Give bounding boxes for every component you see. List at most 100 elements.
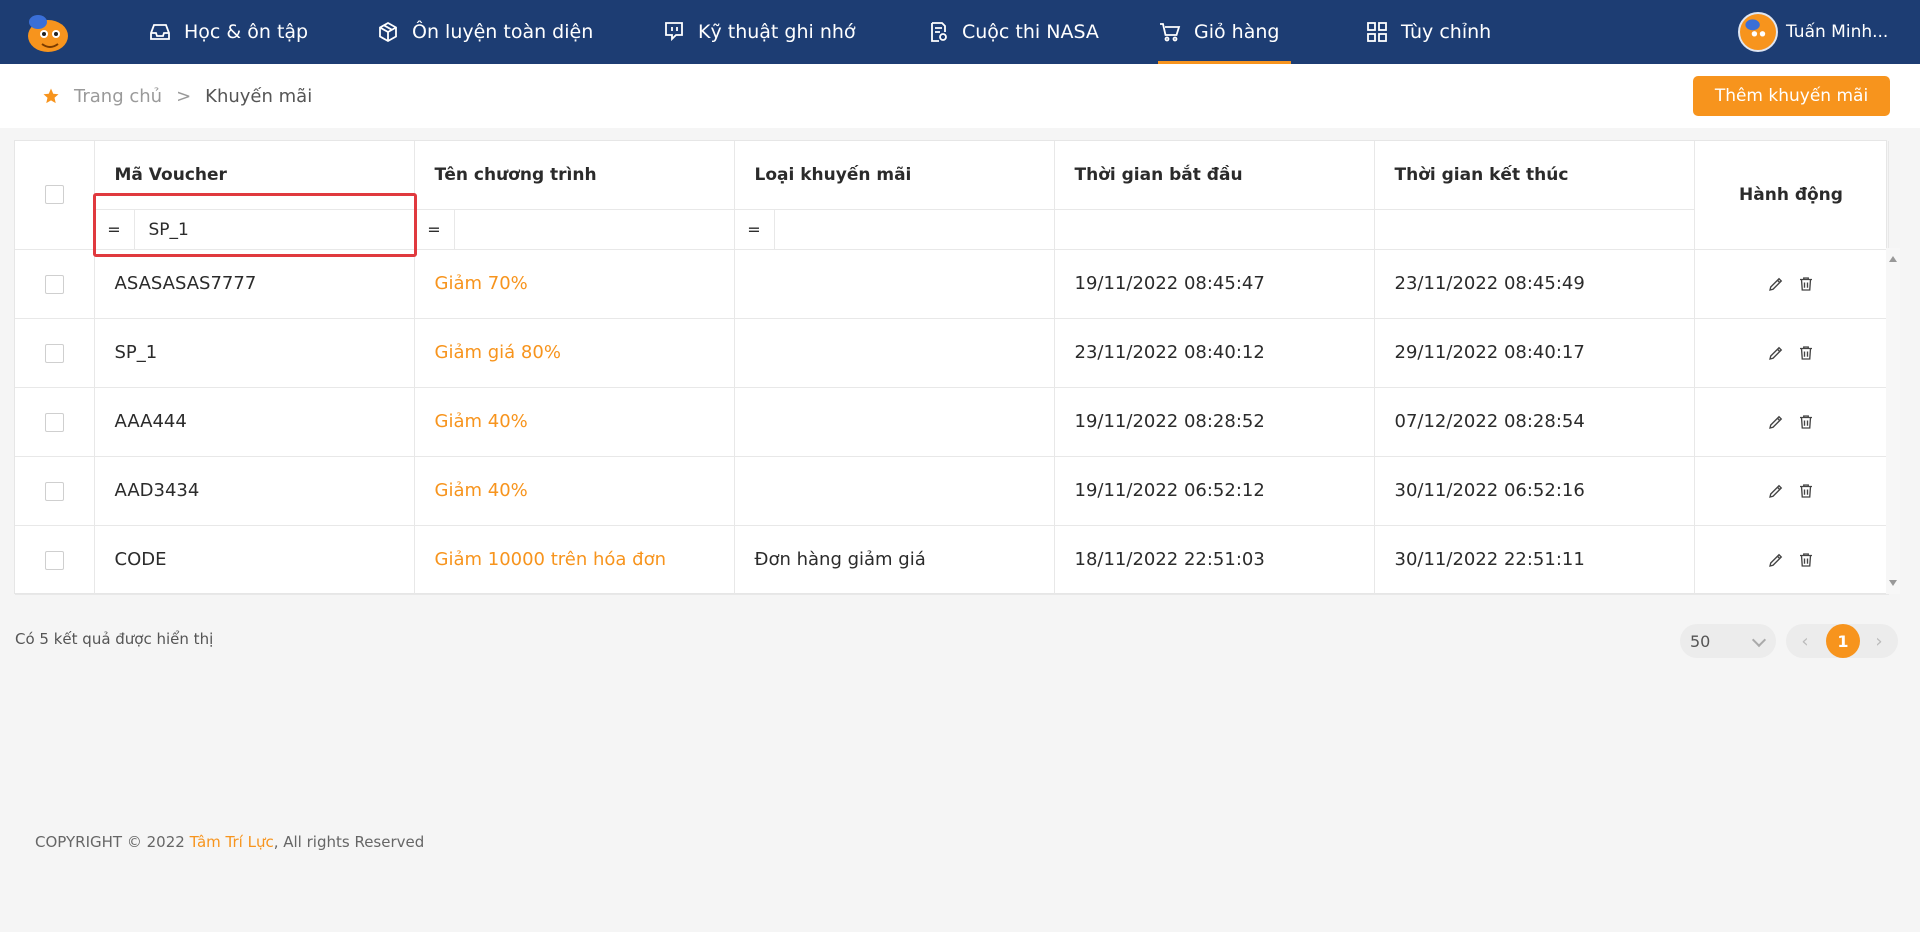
user-menu[interactable]: Tuấn Minh...	[1738, 12, 1888, 52]
voucher-code: CODE	[94, 525, 415, 595]
edit-icon[interactable]	[1767, 344, 1785, 362]
edit-icon[interactable]	[1767, 275, 1785, 293]
trash-icon[interactable]	[1797, 275, 1815, 293]
add-promotion-button[interactable]: Thêm khuyến mãi	[1693, 76, 1890, 116]
start-time: 19/11/2022 06:52:12	[1054, 456, 1375, 526]
select-all-cell	[15, 141, 95, 250]
row-actions	[1694, 318, 1889, 388]
program-name[interactable]: Giảm 70%	[414, 249, 735, 319]
program-name[interactable]: Giảm 10000 trên hóa đơn	[414, 525, 735, 595]
promotion-type	[734, 318, 1055, 388]
current-page-button[interactable]: 1	[1826, 624, 1860, 658]
next-page-button[interactable]: ›	[1864, 624, 1894, 658]
filter-operator[interactable]: =	[735, 209, 775, 250]
column-header-voucher[interactable]: Mã Voucher	[94, 141, 415, 210]
program-name[interactable]: Giảm 40%	[414, 387, 735, 457]
breadcrumb-current: Khuyến mãi	[205, 85, 313, 107]
end-time: 30/11/2022 06:52:16	[1374, 456, 1695, 526]
table-row: AAA444 Giảm 40% 19/11/2022 08:28:52 07/1…	[15, 387, 1889, 457]
brand-link[interactable]: Tâm Trí Lực	[190, 833, 274, 851]
voucher-filter-input[interactable]	[134, 209, 414, 250]
breadcrumb-home-link[interactable]: Trang chủ	[74, 86, 162, 107]
filter-operator[interactable]: =	[415, 209, 455, 250]
chat-icon	[665, 22, 683, 42]
row-checkbox[interactable]	[44, 481, 64, 501]
voucher-code: ASASASAS7777	[94, 249, 415, 319]
edit-icon[interactable]	[1767, 413, 1785, 431]
table-scrollbar[interactable]	[1886, 248, 1900, 594]
edit-icon[interactable]	[1767, 551, 1785, 569]
program-name[interactable]: Giảm 40%	[414, 456, 735, 526]
copyright-suffix: , All rights Reserved	[273, 833, 425, 851]
row-checkbox[interactable]	[44, 274, 64, 294]
copyright-prefix: COPYRIGHT © 2022	[35, 833, 190, 851]
trash-icon[interactable]	[1797, 551, 1815, 569]
result-count: Có 5 kết quả được hiển thị	[15, 630, 214, 648]
end-time: 30/11/2022 22:51:11	[1374, 525, 1695, 595]
row-checkbox[interactable]	[44, 550, 64, 570]
start-time: 18/11/2022 22:51:03	[1054, 525, 1375, 595]
brand-logo[interactable]	[24, 10, 72, 54]
user-name: Tuấn Minh...	[1786, 22, 1889, 42]
nav-item-label: Học & ôn tập	[184, 21, 309, 43]
scroll-up-arrow-icon[interactable]	[1889, 256, 1897, 262]
end-time: 07/12/2022 08:28:54	[1374, 387, 1695, 457]
row-actions	[1694, 249, 1889, 319]
table-row: AAD3434 Giảm 40% 19/11/2022 06:52:12 30/…	[15, 456, 1889, 526]
top-navbar: Học & ôn tập Ôn luyện toàn diện Kỹ thuật…	[0, 0, 1920, 64]
end-time: 23/11/2022 08:45:49	[1374, 249, 1695, 319]
column-header-end[interactable]: Thời gian kết thúc	[1374, 141, 1695, 210]
row-checkbox[interactable]	[44, 343, 64, 363]
program-name[interactable]: Giảm giá 80%	[414, 318, 735, 388]
nav-item-learn[interactable]: Học & ôn tập	[148, 0, 308, 64]
program-filter-input[interactable]	[454, 209, 734, 250]
edit-icon[interactable]	[1767, 482, 1785, 500]
filter-operator[interactable]: =	[95, 209, 135, 250]
type-filter-input[interactable]	[774, 209, 1054, 250]
start-filter-cell	[1054, 209, 1375, 250]
row-checkbox[interactable]	[44, 412, 64, 432]
column-header-actions: Hành động	[1694, 141, 1889, 250]
nav-item-label: Cuộc thi NASA	[962, 21, 1099, 43]
nav-item-cart[interactable]: Giỏ hàng	[1158, 0, 1292, 64]
nav-item-practice[interactable]: Ôn luyện toàn diện	[376, 0, 593, 64]
inbox-icon	[150, 24, 170, 40]
voucher-code: AAA444	[94, 387, 415, 457]
copyright: COPYRIGHT © 2022 Tâm Trí Lực, All rights…	[35, 833, 424, 851]
table-row: CODE Giảm 10000 trên hóa đơn Đơn hàng gi…	[15, 525, 1889, 595]
nav-item-customize[interactable]: Tùy chỉnh	[1365, 0, 1491, 64]
star-icon	[43, 88, 59, 104]
nav-item-label: Kỹ thuật ghi nhớ	[698, 21, 856, 43]
chevron-down-icon	[1751, 632, 1767, 648]
promotion-type: Đơn hàng giảm giá	[734, 525, 1055, 595]
column-header-program[interactable]: Tên chương trình	[414, 141, 735, 210]
end-time: 29/11/2022 08:40:17	[1374, 318, 1695, 388]
nav-item-contest[interactable]: Cuộc thi NASA	[926, 0, 1099, 64]
end-filter-cell	[1374, 209, 1695, 250]
row-actions	[1694, 456, 1889, 526]
table-row: ASASASAS7777 Giảm 70% 19/11/2022 08:45:4…	[15, 249, 1889, 319]
promotion-table: Mã Voucher Tên chương trình Loại khuyến …	[14, 140, 1889, 595]
promotion-type	[734, 456, 1055, 526]
column-header-type[interactable]: Loại khuyến mãi	[734, 141, 1055, 210]
trash-icon[interactable]	[1797, 344, 1815, 362]
promotion-type	[734, 249, 1055, 319]
page-size-select[interactable]: 50	[1680, 624, 1776, 658]
start-time: 19/11/2022 08:28:52	[1054, 387, 1375, 457]
promotion-type	[734, 387, 1055, 457]
scroll-down-arrow-icon[interactable]	[1889, 580, 1897, 586]
select-all-checkbox[interactable]	[44, 185, 64, 205]
voucher-code: SP_1	[94, 318, 415, 388]
trash-icon[interactable]	[1797, 482, 1815, 500]
nav-item-memory[interactable]: Kỹ thuật ghi nhớ	[662, 0, 856, 64]
trash-icon[interactable]	[1797, 413, 1815, 431]
document-icon	[931, 22, 947, 42]
avatar	[1738, 12, 1778, 52]
column-header-start[interactable]: Thời gian bắt đầu	[1054, 141, 1375, 210]
program-filter-cell: =	[414, 209, 735, 250]
type-filter-cell: =	[734, 209, 1055, 250]
prev-page-button[interactable]: ‹	[1790, 624, 1820, 658]
start-time: 23/11/2022 08:40:12	[1054, 318, 1375, 388]
box-icon	[379, 21, 397, 43]
row-actions	[1694, 387, 1889, 457]
